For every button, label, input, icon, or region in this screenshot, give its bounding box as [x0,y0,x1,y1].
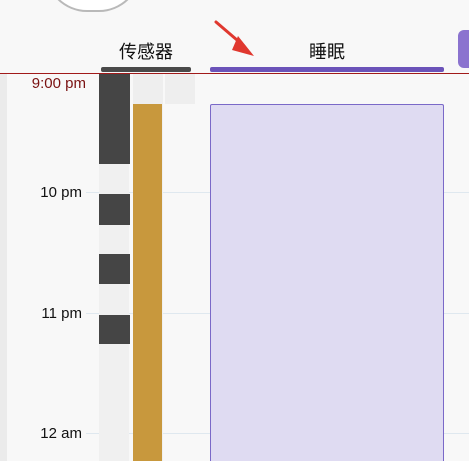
sensor-top-square [165,74,195,104]
sensor-dark-block [99,254,130,284]
sleep-period-block[interactable] [210,104,444,461]
hour-label-12am: 12 am [40,425,82,442]
current-time-label: 9:00 pm [31,75,86,92]
sleep-timeline-screen: 传感器 睡眠 9:00 pm 10 pm 11 pm 12 am [0,0,469,461]
tab-sensors[interactable]: 传感器 [100,38,192,66]
red-arrow-icon [214,20,254,56]
tab-sensors-underline [101,67,191,72]
sensor-dark-block [99,194,130,225]
clock-dial [45,0,141,12]
sensor-top-square [133,74,163,104]
top-right-purple-tab[interactable] [458,30,469,68]
current-time-line [0,73,469,74]
tab-sensors-label: 传感器 [119,42,173,62]
tab-sleep-underline [210,67,444,72]
tab-sleep-label: 睡眠 [309,42,345,62]
sensor-dark-block [99,315,130,344]
hour-label-10pm: 10 pm [40,184,82,201]
sensor-gold-bar [133,104,162,461]
hour-label-11pm: 11 pm [41,305,82,322]
sensor-dark-block [99,74,130,164]
left-rail [0,74,7,461]
